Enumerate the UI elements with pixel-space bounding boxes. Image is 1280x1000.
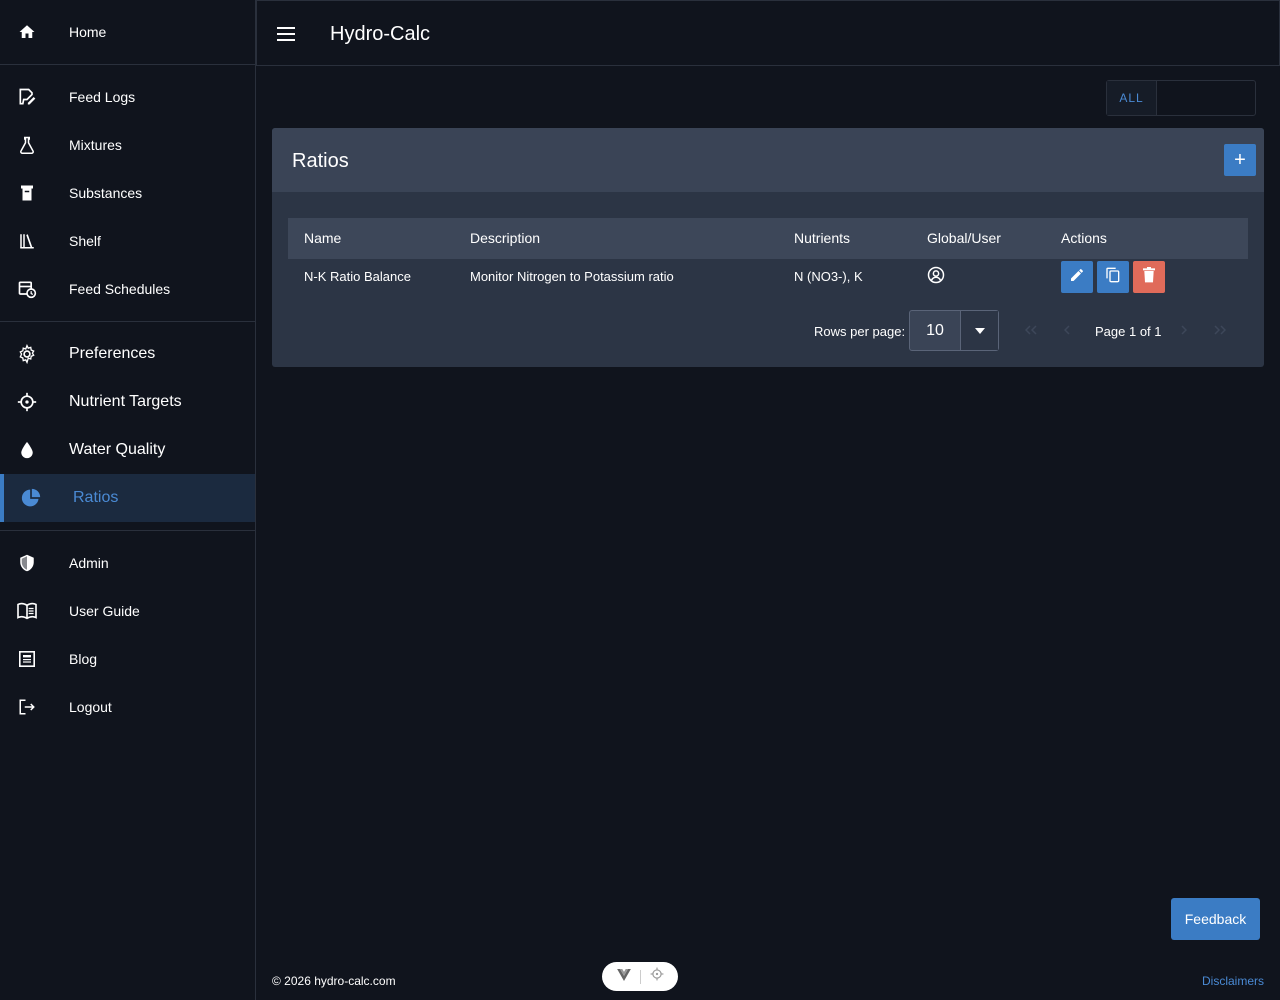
sidebar-item-label: Home (69, 24, 107, 40)
rows-per-page-label: Rows per page: (814, 324, 906, 339)
nav-group-settings: Preferences Nutrient Targets Water Quali… (0, 322, 255, 531)
rows-per-page-value: 10 (926, 321, 944, 339)
ratios-card: Ratios + Name Description Nutrients Glob… (272, 128, 1264, 367)
sidebar-item-label: Feed Logs (69, 89, 136, 105)
trash-icon (1142, 267, 1156, 286)
cell-global-user (927, 266, 1061, 287)
plus-icon: + (1234, 148, 1246, 171)
container-icon (17, 183, 37, 203)
chevron-right-icon (1181, 322, 1188, 338)
nav-group-main: Home (0, 0, 255, 65)
feedback-button[interactable]: Feedback (1171, 898, 1260, 940)
calendar-clock-icon (17, 279, 37, 299)
chevron-left-icon (1063, 322, 1070, 338)
duplicate-button[interactable] (1097, 260, 1129, 293)
user-circle-icon (927, 266, 945, 287)
crosshair-icon (17, 392, 37, 412)
cell-name: N-K Ratio Balance (304, 269, 411, 284)
sidebar-item-ratios[interactable]: Ratios (0, 474, 255, 522)
sidebar-item-label: Shelf (69, 233, 101, 249)
sidebar-item-home[interactable]: Home (0, 8, 255, 56)
sidebar-item-admin[interactable]: Admin (0, 539, 255, 587)
toggle-other-button[interactable] (1157, 81, 1255, 115)
sidebar-item-label: Blog (69, 651, 98, 667)
rows-per-page-select[interactable]: 10 (909, 310, 999, 351)
target-icon[interactable] (650, 967, 664, 986)
scope-toggle: ALL (1106, 80, 1256, 116)
hamburger-menu-icon[interactable] (276, 24, 296, 44)
card-header: Ratios + (272, 128, 1264, 192)
sidebar-item-mixtures[interactable]: Mixtures (0, 121, 255, 169)
copy-icon (1105, 267, 1121, 286)
table-header: Name Description Nutrients Global/User A… (288, 218, 1248, 258)
flask-icon (17, 135, 37, 155)
add-ratio-button[interactable]: + (1224, 144, 1256, 176)
copyright-text: © 2026 hydro-calc.com (272, 974, 396, 988)
sidebar-item-label: Mixtures (69, 137, 122, 153)
feed-logs-icon (17, 87, 37, 107)
sidebar-item-logout[interactable]: Logout (0, 683, 255, 731)
sidebar: Home Feed Logs Mixtures Substances Shelf… (0, 0, 256, 1000)
cell-actions (1061, 260, 1248, 293)
vue-logo-icon[interactable] (616, 968, 631, 986)
edit-button[interactable] (1061, 260, 1093, 293)
sidebar-item-label: Ratios (73, 489, 119, 506)
sidebar-item-label: Feed Schedules (69, 281, 171, 297)
gear-icon (17, 344, 37, 364)
disclaimers-link[interactable]: Disclaimers (1202, 974, 1264, 988)
logout-icon (17, 697, 37, 717)
column-header-nutrients[interactable]: Nutrients (794, 230, 927, 246)
sidebar-item-blog[interactable]: Blog (0, 635, 255, 683)
sidebar-item-feed-logs[interactable]: Feed Logs (0, 73, 255, 121)
cell-description: Monitor Nitrogen to Potassium ratio (470, 269, 674, 284)
nav-group-account: Admin User Guide Blog Logout (0, 531, 255, 731)
next-page-button[interactable] (1168, 314, 1200, 346)
sidebar-item-nutrient-targets[interactable]: Nutrient Targets (0, 378, 255, 426)
home-icon (17, 22, 37, 42)
page-info: Page 1 of 1 (1095, 324, 1162, 339)
table-row[interactable]: N-K Ratio Balance Monitor Nitrogen to Po… (288, 258, 1248, 294)
devtools-separator (639, 969, 641, 984)
pencil-icon (1069, 267, 1085, 286)
top-app-bar: Hydro-Calc (256, 0, 1280, 66)
page-title: Ratios (292, 150, 349, 172)
sidebar-item-label: Nutrient Targets (69, 393, 182, 410)
column-header-description[interactable]: Description (470, 230, 794, 246)
caret-down-icon (960, 311, 998, 350)
devtools-toolbar (602, 962, 678, 991)
sidebar-item-label: Water Quality (69, 441, 166, 458)
last-page-button[interactable] (1204, 314, 1236, 346)
ratios-table: Name Description Nutrients Global/User A… (288, 218, 1248, 294)
pie-chart-icon (21, 488, 41, 508)
sidebar-item-water-quality[interactable]: Water Quality (0, 426, 255, 474)
sidebar-item-preferences[interactable]: Preferences (0, 330, 255, 378)
column-header-name[interactable]: Name (288, 230, 470, 246)
double-chevron-right-icon (1214, 322, 1227, 338)
sidebar-item-label: Preferences (69, 345, 156, 362)
sidebar-item-feed-schedules[interactable]: Feed Schedules (0, 265, 255, 313)
sidebar-item-label: Admin (69, 555, 109, 571)
water-drop-icon (17, 440, 37, 460)
delete-button[interactable] (1133, 260, 1165, 293)
book-icon (17, 601, 37, 621)
shelf-icon (17, 231, 37, 251)
sidebar-item-shelf[interactable]: Shelf (0, 217, 255, 265)
toggle-all-button[interactable]: ALL (1107, 81, 1157, 115)
news-icon (17, 649, 37, 669)
column-header-global-user[interactable]: Global/User (927, 230, 1061, 246)
sidebar-item-label: Logout (69, 699, 112, 715)
sidebar-item-substances[interactable]: Substances (0, 169, 255, 217)
nav-group-feeding: Feed Logs Mixtures Substances Shelf Feed… (0, 65, 255, 322)
first-page-button[interactable] (1015, 314, 1047, 346)
previous-page-button[interactable] (1051, 314, 1083, 346)
shield-icon (17, 553, 37, 573)
double-chevron-left-icon (1024, 322, 1037, 338)
sidebar-item-label: User Guide (69, 603, 140, 619)
paginator: Rows per page: 10 Page 1 of 1 (272, 308, 1264, 352)
cell-nutrients: N (NO3-), K (794, 269, 863, 284)
sidebar-item-label: Substances (69, 185, 143, 201)
column-header-actions: Actions (1061, 230, 1107, 246)
app-title: Hydro-Calc (330, 23, 431, 45)
sidebar-item-user-guide[interactable]: User Guide (0, 587, 255, 635)
